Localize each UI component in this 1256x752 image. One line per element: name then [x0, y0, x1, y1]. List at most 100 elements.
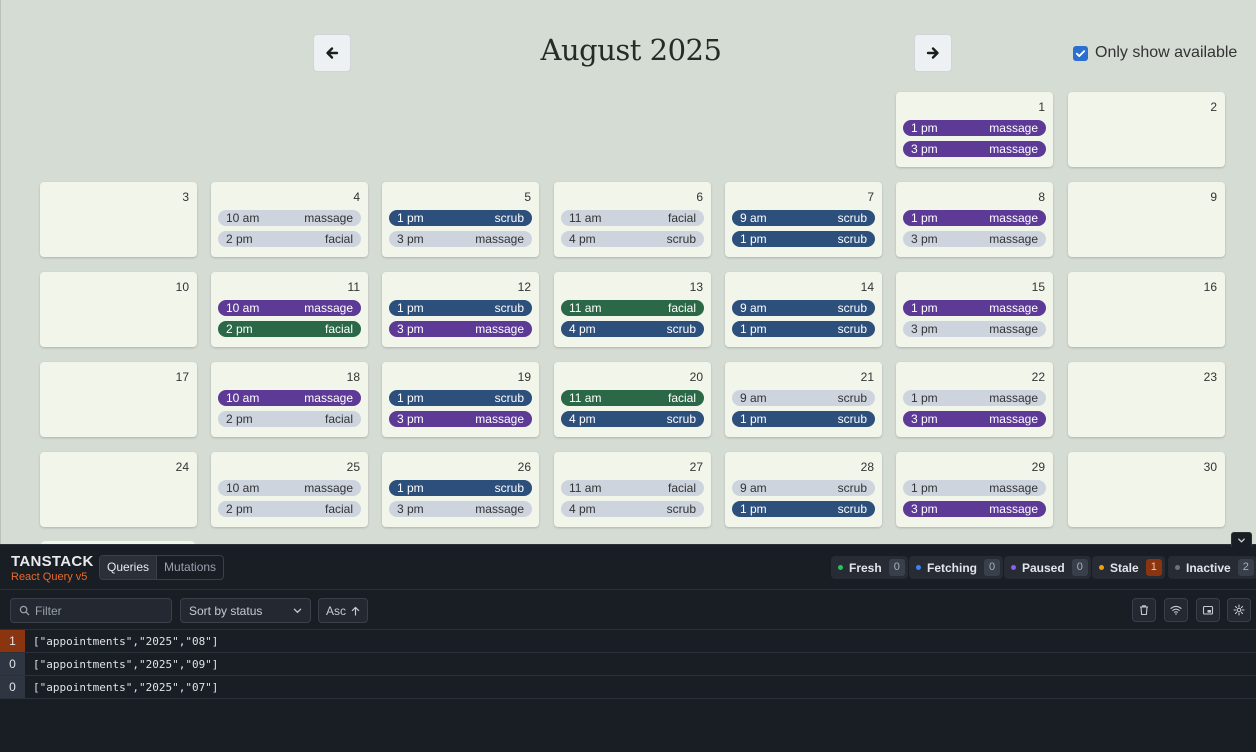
- appointment-time: 1 pm: [911, 481, 938, 495]
- appointment-pill[interactable]: 3 pm massage: [389, 501, 532, 517]
- day-number: 8: [1038, 190, 1045, 204]
- appointment-pill[interactable]: 1 pm massage: [903, 120, 1046, 136]
- appointment-pill[interactable]: 1 pm scrub: [389, 390, 532, 406]
- appointment-pill[interactable]: 9 am scrub: [732, 300, 875, 316]
- filter-input[interactable]: [35, 603, 165, 618]
- day-number: 24: [175, 460, 189, 474]
- appointment-pill[interactable]: 3 pm massage: [389, 231, 532, 247]
- arrow-up-icon: [351, 606, 360, 616]
- appointment-pill[interactable]: 1 pm massage: [903, 300, 1046, 316]
- appointment-pill[interactable]: 9 am scrub: [732, 210, 875, 226]
- query-observer-count: 1: [0, 630, 25, 652]
- appointment-pill[interactable]: 1 pm scrub: [732, 231, 875, 247]
- mock-offline-button[interactable]: [1164, 598, 1188, 622]
- appointment-time: 4 pm: [569, 412, 596, 426]
- appointment-pill[interactable]: 1 pm scrub: [389, 300, 532, 316]
- devtools-settings-button[interactable]: [1227, 598, 1251, 622]
- tab-mutations[interactable]: Mutations: [157, 556, 223, 579]
- sort-order-button[interactable]: Asc: [318, 598, 368, 623]
- status-dot-icon: [916, 565, 921, 570]
- appointment-pill[interactable]: 3 pm massage: [903, 231, 1046, 247]
- appointment-pill[interactable]: 3 pm massage: [903, 141, 1046, 157]
- status-badge-stale[interactable]: Stale 1: [1092, 556, 1165, 579]
- appointment-pill[interactable]: 2 pm facial: [218, 231, 361, 247]
- appointment-treatment: scrub: [494, 301, 524, 315]
- appointment-treatment: facial: [324, 322, 353, 336]
- appointment-pill[interactable]: 1 pm scrub: [732, 411, 875, 427]
- appointment-pill[interactable]: 11 am facial: [561, 480, 704, 496]
- filter-box[interactable]: [10, 598, 172, 623]
- only-available-checkbox[interactable]: [1073, 45, 1088, 61]
- appointment-pill[interactable]: 2 pm facial: [218, 501, 361, 517]
- day-number: 15: [1031, 280, 1045, 294]
- day-cell: 28 9 am scrub 1 pm scrub: [725, 452, 882, 527]
- day-cell: 18 10 am massage 2 pm facial: [211, 362, 368, 437]
- appointment-pill[interactable]: 3 pm massage: [389, 411, 532, 427]
- clear-cache-button[interactable]: [1132, 598, 1156, 622]
- appointment-pill[interactable]: 1 pm scrub: [389, 210, 532, 226]
- status-badge-inactive[interactable]: Inactive 2: [1168, 556, 1256, 579]
- day-number: 9: [1210, 190, 1217, 204]
- appointment-pill[interactable]: 3 pm massage: [903, 411, 1046, 427]
- appointment-pill[interactable]: 1 pm scrub: [732, 321, 875, 337]
- appointment-pill[interactable]: 4 pm scrub: [561, 411, 704, 427]
- appointment-pill[interactable]: 1 pm massage: [903, 210, 1046, 226]
- tab-queries[interactable]: Queries: [100, 556, 158, 579]
- appointment-pill[interactable]: 4 pm scrub: [561, 501, 704, 517]
- day-cell: 23: [1068, 362, 1225, 437]
- appointment-pill[interactable]: 4 pm scrub: [561, 321, 704, 337]
- status-badge-paused[interactable]: Paused 0: [1004, 556, 1091, 579]
- appointment-pill[interactable]: 2 pm facial: [218, 411, 361, 427]
- query-row[interactable]: 0 ["appointments","2025","07"]: [0, 676, 1256, 699]
- appointment-pill[interactable]: 1 pm massage: [903, 390, 1046, 406]
- sort-select-label: Sort by status: [189, 603, 263, 618]
- appointment-pill[interactable]: 2 pm facial: [218, 321, 361, 337]
- appointment-treatment: massage: [989, 502, 1038, 516]
- appointment-pill[interactable]: 9 am scrub: [732, 480, 875, 496]
- open-panel-icon: [1202, 605, 1214, 615]
- collapse-devtools-button[interactable]: [1231, 532, 1252, 547]
- arrow-right-icon: [926, 47, 939, 59]
- appointment-time: 2 pm: [226, 412, 253, 426]
- only-available-toggle[interactable]: Only show available: [1073, 44, 1237, 62]
- query-row[interactable]: 1 ["appointments","2025","08"]: [0, 630, 1256, 653]
- appointment-pill[interactable]: 11 am facial: [561, 390, 704, 406]
- devtools-toolbar: Sort by status Asc: [0, 589, 1256, 630]
- day-cell: 16: [1068, 272, 1225, 347]
- appointment-pill[interactable]: 9 am scrub: [732, 390, 875, 406]
- day-cell: 30: [1068, 452, 1225, 527]
- status-count: 0: [1071, 559, 1088, 576]
- status-badge-fetching[interactable]: Fetching 0: [909, 556, 1004, 579]
- sort-select[interactable]: Sort by status: [180, 598, 311, 623]
- appointment-pill[interactable]: 10 am massage: [218, 480, 361, 496]
- appointment-pill[interactable]: 3 pm massage: [389, 321, 532, 337]
- day-number: 21: [860, 370, 874, 384]
- appointment-pill[interactable]: 3 pm massage: [903, 321, 1046, 337]
- appointment-pill[interactable]: 10 am massage: [218, 300, 361, 316]
- next-month-button[interactable]: [914, 34, 952, 72]
- appointment-time: 3 pm: [911, 412, 938, 426]
- pip-button[interactable]: [1196, 598, 1220, 622]
- appointment-time: 4 pm: [569, 502, 596, 516]
- status-badge-fresh[interactable]: Fresh 0: [831, 556, 908, 579]
- appointment-pill[interactable]: 3 pm massage: [903, 501, 1046, 517]
- appointment-pill[interactable]: 1 pm massage: [903, 480, 1046, 496]
- appointment-pill[interactable]: 11 am facial: [561, 300, 704, 316]
- appointment-pill[interactable]: 4 pm scrub: [561, 231, 704, 247]
- day-number: 2: [1210, 100, 1217, 114]
- devtools-brand[interactable]: TANSTACK: [11, 553, 94, 570]
- appointment-pill[interactable]: 10 am massage: [218, 390, 361, 406]
- query-row[interactable]: 0 ["appointments","2025","09"]: [0, 653, 1256, 676]
- appointment-pill[interactable]: 1 pm scrub: [732, 501, 875, 517]
- appointment-treatment: facial: [324, 232, 353, 246]
- appointment-pill[interactable]: 10 am massage: [218, 210, 361, 226]
- day-number: 17: [175, 370, 189, 384]
- appointment-pill[interactable]: 1 pm scrub: [389, 480, 532, 496]
- status-dot-icon: [1099, 565, 1104, 570]
- appointment-pill[interactable]: 11 am facial: [561, 210, 704, 226]
- appointment-treatment: scrub: [494, 211, 524, 225]
- day-number: 26: [517, 460, 531, 474]
- appointment-time: 9 am: [740, 211, 767, 225]
- prev-month-button[interactable]: [313, 34, 351, 72]
- appointment-treatment: facial: [324, 502, 353, 516]
